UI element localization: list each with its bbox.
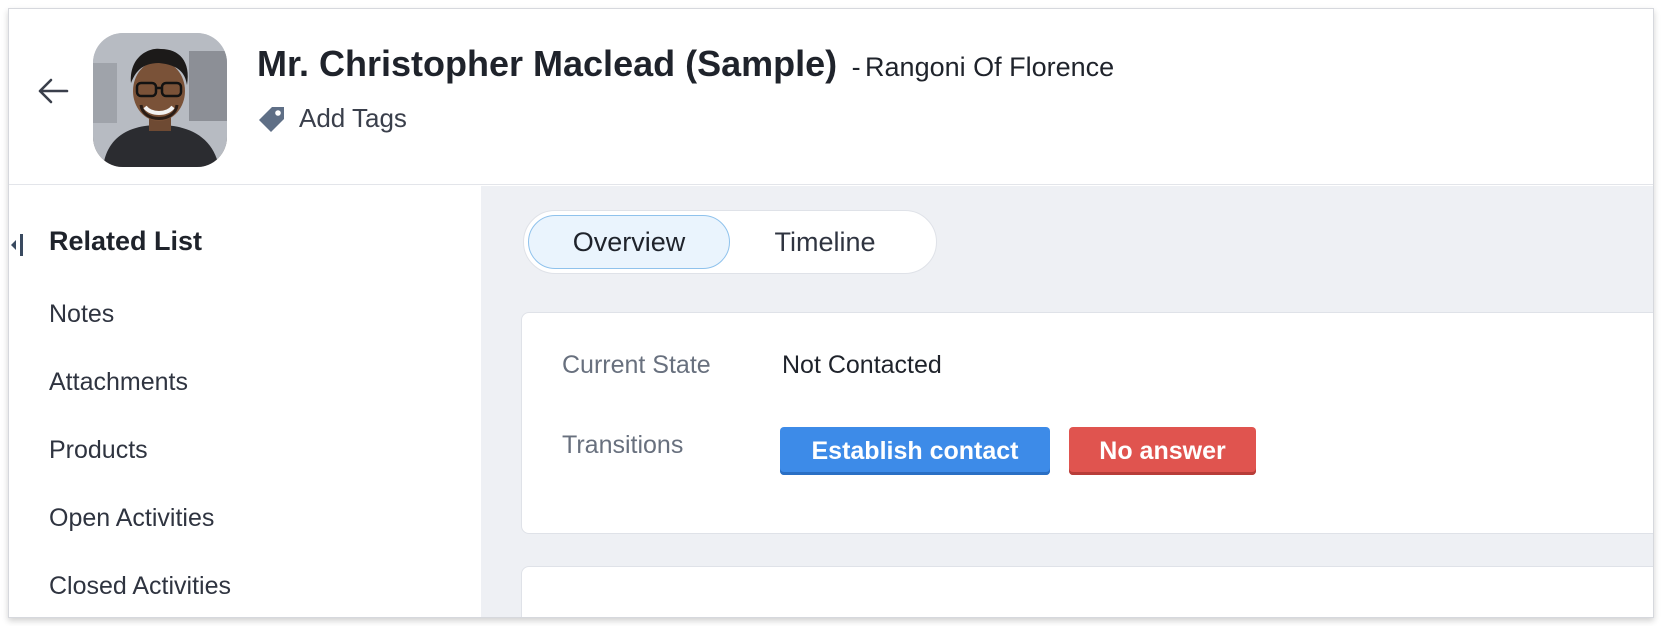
contact-name: Mr. Christopher Maclead (Sample) — [257, 43, 838, 84]
record-header: Mr. Christopher Maclead (Sample) - Rango… — [9, 9, 1653, 185]
account-separator: - — [851, 52, 861, 82]
related-list-title: Related List — [49, 226, 203, 256]
add-tags-button[interactable]: Add Tags — [257, 103, 407, 134]
related-list-sidebar: Related List Notes Attachments Products … — [9, 186, 481, 617]
main-content: Overview Timeline Current State Not Cont… — [481, 186, 1653, 617]
avatar — [93, 33, 227, 167]
record-detail-window: Mr. Christopher Maclead (Sample) - Rango… — [8, 8, 1654, 618]
sidebar-item-attachments[interactable]: Attachments — [49, 368, 188, 397]
establish-contact-button[interactable]: Establish contact — [780, 427, 1050, 475]
collapse-sidebar-icon[interactable] — [9, 232, 25, 258]
sidebar-item-open-activities[interactable]: Open Activities — [49, 504, 214, 533]
sidebar-item-notes[interactable]: Notes — [49, 300, 114, 329]
add-tags-label: Add Tags — [299, 103, 407, 133]
record-title: Mr. Christopher Maclead (Sample) - Rango… — [257, 43, 1114, 85]
arrow-left-icon — [38, 78, 69, 104]
tag-icon — [259, 106, 284, 132]
no-answer-button[interactable]: No answer — [1069, 427, 1256, 475]
account-name-link[interactable]: Rangoni Of Florence — [865, 52, 1114, 82]
current-state-label: Current State — [562, 351, 711, 379]
blueprint-state-card: Current State Not Contacted Transitions … — [521, 312, 1653, 534]
transitions-label: Transitions — [562, 431, 684, 459]
view-tabs: Overview Timeline — [523, 210, 937, 274]
sidebar-item-closed-activities[interactable]: Closed Activities — [49, 572, 231, 601]
back-button[interactable] — [35, 73, 71, 109]
tab-overview[interactable]: Overview — [528, 215, 730, 269]
current-state-value: Not Contacted — [782, 351, 942, 379]
tab-timeline[interactable]: Timeline — [730, 215, 920, 269]
sidebar-item-products[interactable]: Products — [49, 436, 148, 465]
details-card — [521, 566, 1653, 617]
